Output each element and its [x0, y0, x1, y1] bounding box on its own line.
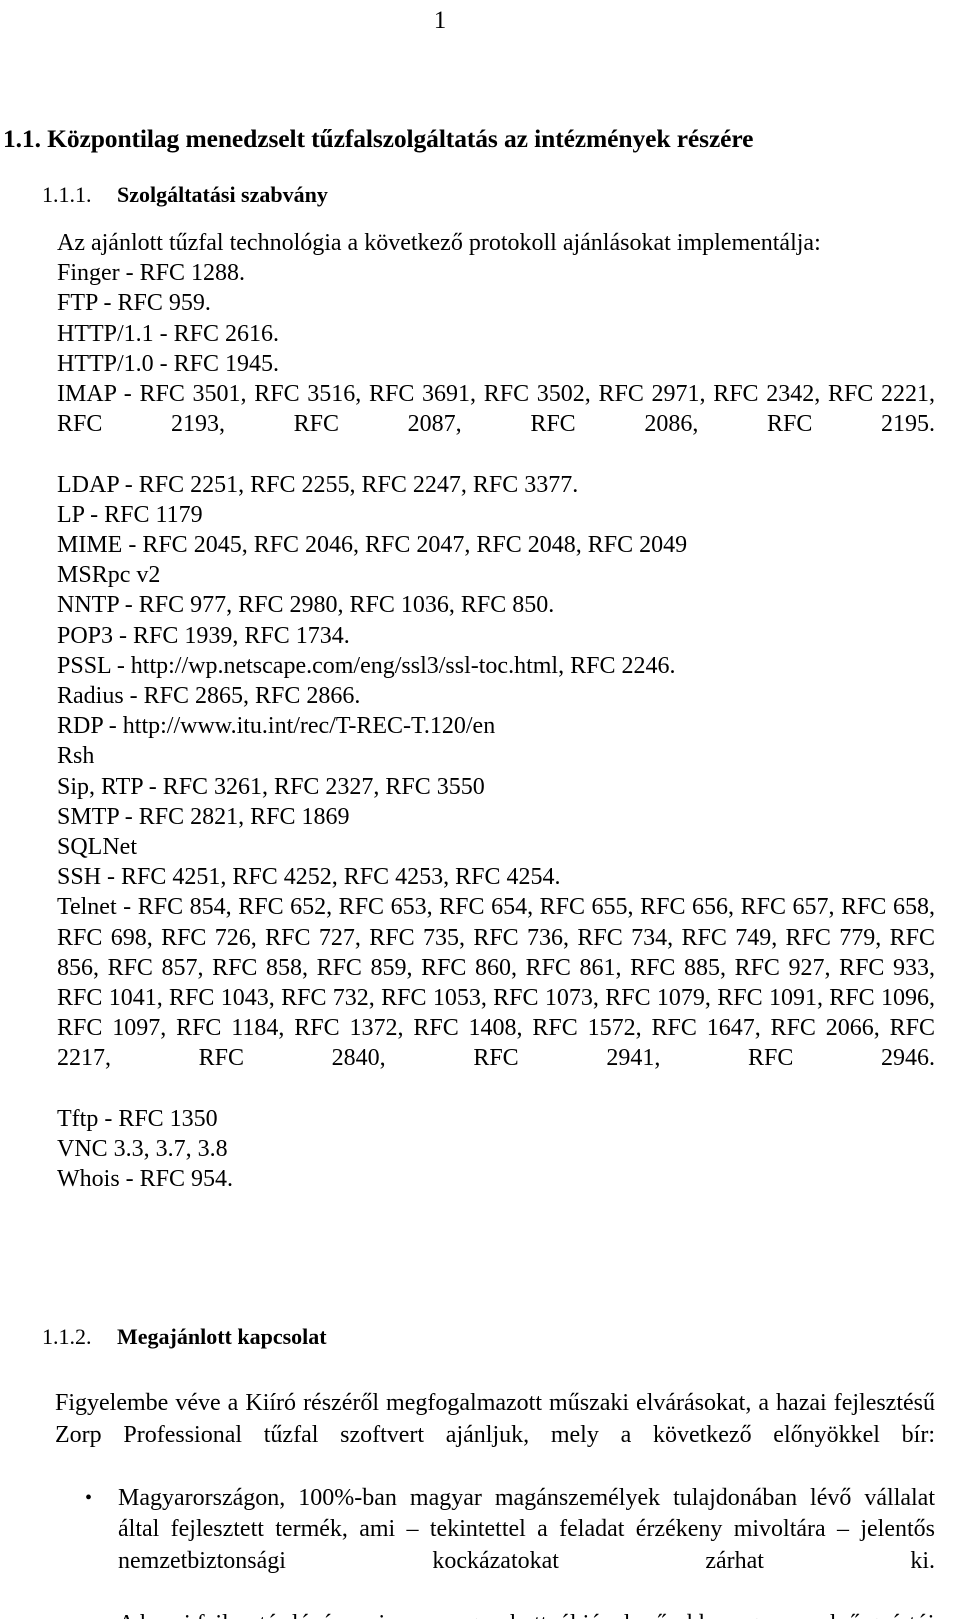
- standard-line: Whois - RFC 954.: [57, 1166, 234, 1193]
- subsection-title: Szolgáltatási szabvány: [117, 182, 328, 207]
- subsection-number: 1.1.2.: [42, 1324, 92, 1349]
- subsection-title: Megajánlott kapcsolat: [117, 1324, 327, 1349]
- standard-line: POP3 - RFC 1939, RFC 1734.: [57, 622, 350, 649]
- bullet-icon: •: [85, 1609, 92, 1619]
- standard-line: HTTP/1.1 - RFC 2616.: [57, 320, 280, 347]
- standard-imap-entry: IMAP - RFC 3501, RFC 3516, RFC 3691, RFC…: [57, 381, 935, 438]
- standard-line: SMTP - RFC 2821, RFC 1869: [57, 803, 350, 830]
- standards-intro: Az ajánlott tűzfal technológia a követke…: [57, 230, 821, 256]
- standard-line: NNTP - RFC 977, RFC 2980, RFC 1036, RFC …: [57, 592, 555, 619]
- standard-line: Tftp - RFC 1350: [57, 1105, 218, 1132]
- standard-telnet-entry: Telnet - RFC 854, RFC 652, RFC 653, RFC …: [57, 894, 935, 1072]
- standard-line: LP - RFC 1179: [57, 501, 203, 528]
- list-item-text: Magyarországon, 100%-ban magyar magánsze…: [118, 1484, 935, 1574]
- standard-line: Radius - RFC 2865, RFC 2866.: [57, 683, 361, 710]
- list-item-text: A hazai fejlesztés lévén a piacon megszo…: [118, 1611, 934, 1619]
- standard-line: LDAP - RFC 2251, RFC 2255, RFC 2247, RFC…: [57, 471, 579, 498]
- section-heading-1-1: 1.1. Központilag menedzselt tűzfalszolgá…: [3, 124, 754, 154]
- standard-line: PSSL - http://wp.netscape.com/eng/ssl3/s…: [57, 652, 676, 679]
- standard-line: FTP - RFC 959.: [57, 290, 211, 317]
- protocol-standards-list: Az ajánlott tűzfal technológia a követke…: [57, 228, 935, 1195]
- page-number: 1: [433, 7, 447, 34]
- standard-line: Rsh: [57, 743, 95, 770]
- subsection-heading-1-1-2: 1.1.2. Megajánlott kapcsolat: [42, 1322, 942, 1352]
- document-page: 1 1.1. Központilag menedzselt tűzfalszol…: [0, 0, 960, 1619]
- connection-section-body: Figyelembe véve a Kiíró részéről megfoga…: [55, 1388, 935, 1619]
- standard-line: Sip, RTP - RFC 3261, RFC 2327, RFC 3550: [57, 773, 485, 800]
- bullet-icon: •: [85, 1486, 93, 1509]
- standard-line: Finger - RFC 1288.: [57, 260, 246, 287]
- list-item: • Magyarországon, 100%-ban magyar magánsz…: [55, 1483, 935, 1609]
- connection-paragraph: Figyelembe véve a Kiíró részéről megfoga…: [55, 1390, 935, 1448]
- list-item: • A hazai fejlesztés lévén a piacon megsz…: [55, 1609, 935, 1619]
- subsection-heading-1-1-1: 1.1.1. Szolgáltatási szabvány: [42, 180, 942, 210]
- advantages-bullet-list: • Magyarországon, 100%-ban magyar magánsz…: [55, 1483, 935, 1619]
- standard-line: MIME - RFC 2045, RFC 2046, RFC 2047, RFC…: [57, 532, 688, 559]
- standard-line: MSRpc v2: [57, 562, 161, 589]
- standard-line: RDP - http://www.itu.int/rec/T-REC-T.120…: [57, 713, 496, 740]
- standard-line: SQLNet: [57, 834, 137, 861]
- subsection-number: 1.1.1.: [42, 182, 92, 207]
- standard-line: VNC 3.3, 3.7, 3.8: [57, 1136, 228, 1163]
- standard-line: HTTP/1.0 - RFC 1945.: [57, 350, 280, 377]
- standard-line: SSH - RFC 4251, RFC 4252, RFC 4253, RFC …: [57, 864, 561, 891]
